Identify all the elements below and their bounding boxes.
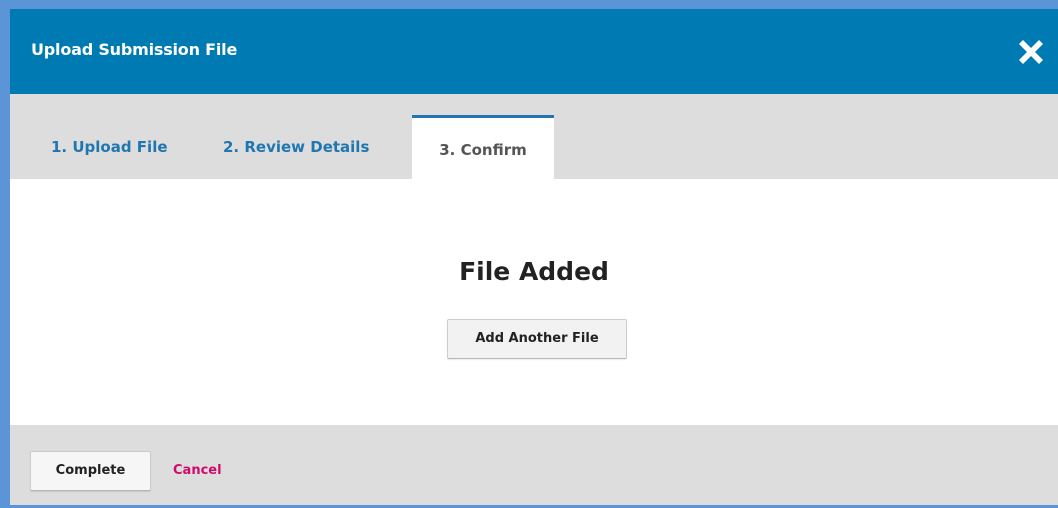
wizard-tabs: 1. Upload File 2. Review Details 3. Conf… (10, 94, 1058, 179)
modal-footer: Complete Cancel (10, 425, 1058, 505)
close-icon[interactable] (1014, 35, 1048, 69)
upload-submission-modal: Upload Submission File 1. Upload File 2.… (10, 9, 1058, 505)
tab-confirm[interactable]: 3. Confirm (412, 115, 554, 179)
tab-upload-file[interactable]: 1. Upload File (51, 94, 168, 179)
modal-header: Upload Submission File (10, 9, 1058, 94)
add-another-file-button[interactable]: Add Another File (447, 319, 627, 359)
file-added-heading: File Added (459, 257, 609, 286)
complete-button[interactable]: Complete (30, 451, 151, 491)
tab-review-details[interactable]: 2. Review Details (223, 94, 369, 179)
cancel-link[interactable]: Cancel (173, 463, 222, 478)
confirm-panel: File Added Add Another File (10, 179, 1058, 425)
modal-title: Upload Submission File (31, 40, 238, 59)
